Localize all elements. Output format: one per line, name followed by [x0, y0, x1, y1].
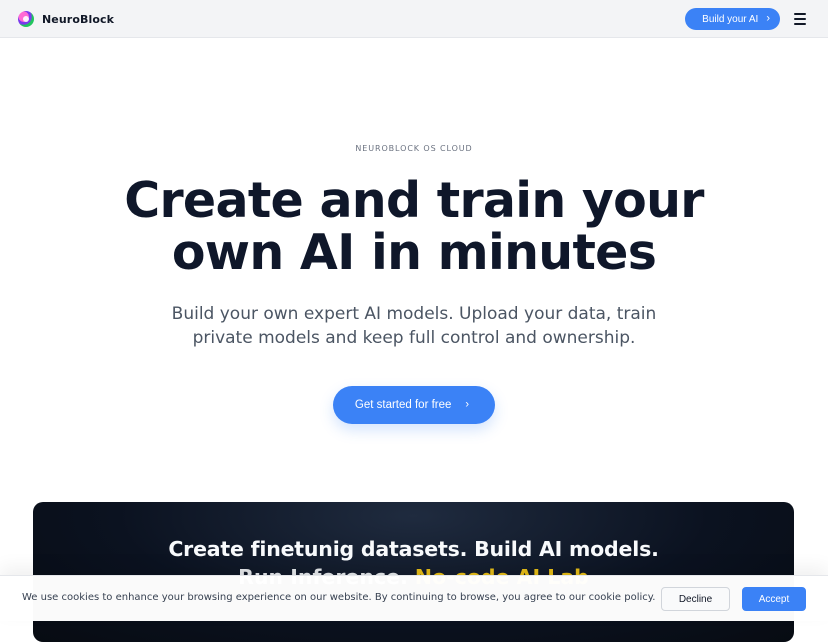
neuroblock-logo-icon: [18, 11, 34, 27]
cookie-text: We use cookies to enhance your browsing …: [22, 592, 656, 603]
nav-actions: Build your AI ›: [685, 8, 810, 30]
chevron-right-icon: ›: [766, 12, 770, 24]
accept-cookies-button[interactable]: Accept: [742, 587, 806, 611]
eyebrow-label: NEUROBLOCK OS CLOUD: [355, 144, 473, 153]
hero-headline: Create and train your own AI in minutes: [0, 175, 828, 279]
brand-name: NeuroBlock: [42, 12, 115, 26]
build-your-ai-label: Build your AI: [702, 13, 759, 25]
dark-card-title: Create finetunig datasets. Build AI mode…: [168, 537, 659, 561]
hamburger-line: [794, 18, 806, 20]
cookie-actions: Decline Accept: [661, 587, 806, 611]
cta-wrapper: Get started for free ›: [0, 386, 828, 424]
hamburger-line: [794, 23, 806, 25]
chevron-right-icon: ›: [465, 398, 470, 410]
headline-line-2: own AI in minutes: [171, 224, 657, 281]
get-started-button[interactable]: Get started for free ›: [332, 386, 496, 424]
top-navigation: NeuroBlock Build your AI ›: [0, 0, 828, 38]
hero-subhead: Build your own expert AI models. Upload …: [0, 302, 828, 350]
hamburger-line: [794, 13, 806, 15]
build-your-ai-button[interactable]: Build your AI ›: [685, 8, 780, 30]
subhead-line-1: Build your own expert AI models. Upload …: [171, 304, 657, 324]
subhead-line-2: private models and keep full control and…: [192, 328, 636, 348]
get-started-label: Get started for free: [354, 399, 452, 411]
hero-section: NEUROBLOCK OS CLOUD Create and train you…: [0, 38, 828, 508]
headline-line-1: Create and train your: [124, 172, 704, 229]
brand[interactable]: NeuroBlock: [18, 10, 114, 28]
hamburger-menu-icon[interactable]: [794, 13, 810, 25]
cookie-banner: We use cookies to enhance your browsing …: [0, 575, 828, 621]
decline-cookies-button[interactable]: Decline: [661, 587, 730, 611]
dark-feature-card: Create finetunig datasets. Build AI mode…: [33, 502, 794, 642]
